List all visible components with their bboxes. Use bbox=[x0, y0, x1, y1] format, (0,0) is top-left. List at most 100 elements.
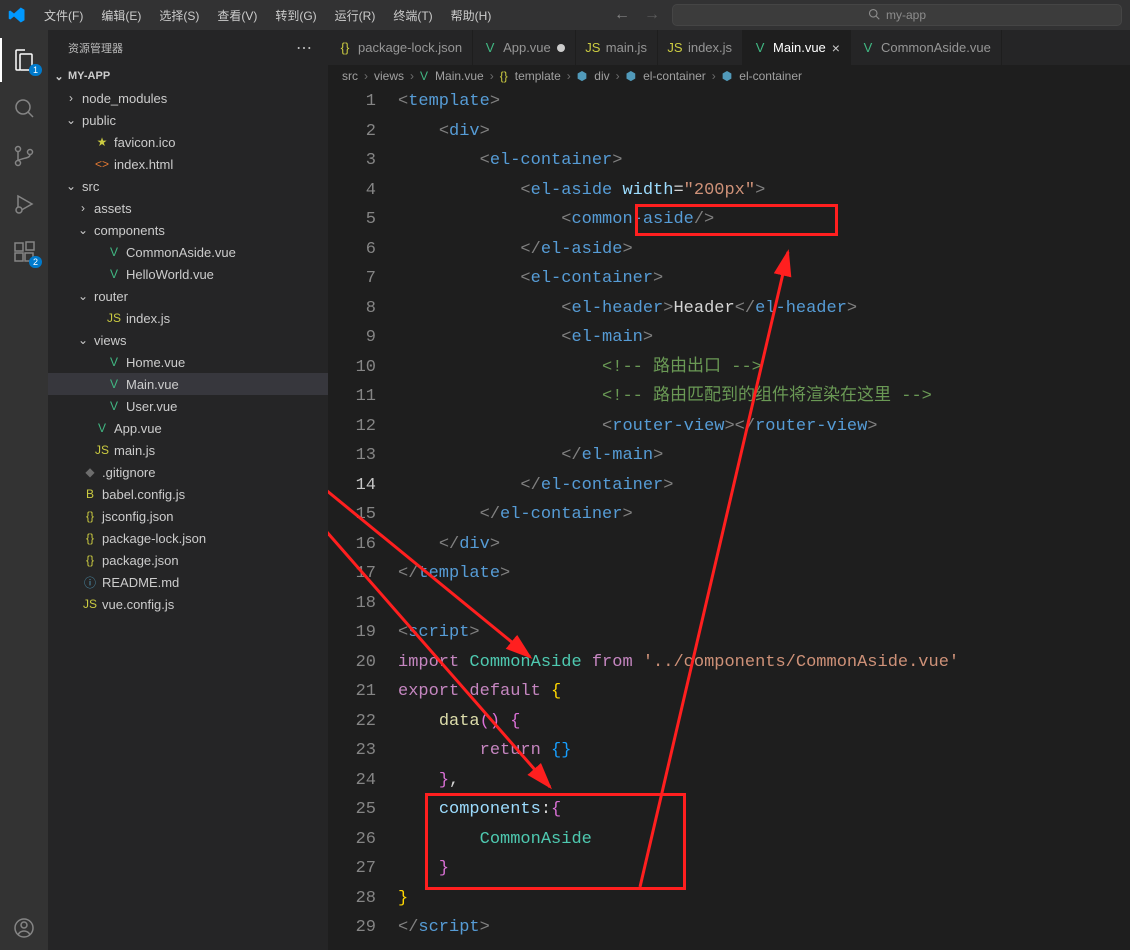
explorer-badge: 1 bbox=[29, 64, 42, 76]
bc-elc1[interactable]: el-container bbox=[643, 69, 706, 83]
json-icon: {} bbox=[82, 508, 98, 524]
file-gitignore[interactable]: ◆.gitignore bbox=[48, 461, 328, 483]
js-icon: JS bbox=[586, 41, 600, 55]
folder-node-modules[interactable]: ›node_modules bbox=[48, 87, 328, 109]
file-vueconfig[interactable]: JSvue.config.js bbox=[48, 593, 328, 615]
activity-search[interactable] bbox=[0, 86, 48, 130]
chevron-down-icon: ⌄ bbox=[64, 179, 78, 193]
file-router-index[interactable]: JSindex.js bbox=[48, 307, 328, 329]
folder-src[interactable]: ⌄src bbox=[48, 175, 328, 197]
close-icon[interactable]: × bbox=[832, 40, 840, 56]
file-commonaside[interactable]: VCommonAside.vue bbox=[48, 241, 328, 263]
folder-public[interactable]: ⌄public bbox=[48, 109, 328, 131]
file-babel[interactable]: Bbabel.config.js bbox=[48, 483, 328, 505]
json-icon: {} bbox=[338, 41, 352, 55]
line-gutter: 1 2 3 4 5 6 7 8 9 10 11 12 13 14 15 16 1… bbox=[328, 87, 398, 950]
json-icon: {} bbox=[82, 530, 98, 546]
file-mainjs[interactable]: JSmain.js bbox=[48, 439, 328, 461]
braces-icon: {} bbox=[500, 69, 508, 83]
activity-account[interactable] bbox=[0, 906, 48, 950]
extensions-badge: 2 bbox=[29, 256, 42, 268]
file-pkg[interactable]: {}package.json bbox=[48, 549, 328, 571]
js-icon: JS bbox=[82, 596, 98, 612]
sidebar-title: 资源管理器 bbox=[68, 40, 123, 56]
search-text: my-app bbox=[886, 8, 926, 22]
activity-explorer[interactable]: 1 bbox=[0, 38, 48, 82]
activity-run-debug[interactable] bbox=[0, 182, 48, 226]
folder-components[interactable]: ⌄components bbox=[48, 219, 328, 241]
file-appvue[interactable]: VApp.vue bbox=[48, 417, 328, 439]
vue-icon: V bbox=[753, 41, 767, 55]
vue-icon: V bbox=[106, 354, 122, 370]
code-editor[interactable]: 1 2 3 4 5 6 7 8 9 10 11 12 13 14 15 16 1… bbox=[328, 87, 1130, 950]
tab-package-lock[interactable]: {}package-lock.json bbox=[328, 30, 473, 65]
menu-file[interactable]: 文件(F) bbox=[36, 3, 91, 28]
vue-icon: V bbox=[861, 41, 875, 55]
vue-icon: V bbox=[106, 266, 122, 282]
file-indexhtml[interactable]: <>index.html bbox=[48, 153, 328, 175]
html-icon: <> bbox=[94, 156, 110, 172]
bc-views[interactable]: views bbox=[374, 69, 404, 83]
sidebar-more-icon[interactable]: ⋯ bbox=[296, 38, 312, 58]
vue-icon: V bbox=[106, 376, 122, 392]
folder-assets[interactable]: ›assets bbox=[48, 197, 328, 219]
activity-source-control[interactable] bbox=[0, 134, 48, 178]
folder-views[interactable]: ⌄views bbox=[48, 329, 328, 351]
babel-icon: B bbox=[82, 486, 98, 502]
bc-div[interactable]: div bbox=[594, 69, 609, 83]
menu-run[interactable]: 运行(R) bbox=[327, 3, 384, 28]
vue-icon: V bbox=[94, 420, 110, 436]
chevron-down-icon: ⌄ bbox=[76, 289, 90, 303]
chevron-down-icon: ⌄ bbox=[64, 113, 78, 127]
favicon-icon: ★ bbox=[94, 134, 110, 150]
menu-terminal[interactable]: 终端(T) bbox=[385, 3, 440, 28]
chevron-right-icon: › bbox=[76, 201, 90, 215]
file-pkglock[interactable]: {}package-lock.json bbox=[48, 527, 328, 549]
chevron-down-icon: ⌄ bbox=[76, 333, 90, 347]
file-readme[interactable]: ⓘREADME.md bbox=[48, 571, 328, 593]
js-icon: JS bbox=[668, 41, 682, 55]
bc-elc2[interactable]: el-container bbox=[739, 69, 802, 83]
project-name: MY-APP bbox=[68, 70, 110, 82]
tag-icon: ⬢ bbox=[577, 69, 587, 83]
command-center[interactable]: my-app bbox=[672, 4, 1122, 26]
chevron-right-icon: › bbox=[64, 91, 78, 105]
bc-src[interactable]: src bbox=[342, 69, 358, 83]
folder-router[interactable]: ⌄router bbox=[48, 285, 328, 307]
activity-extensions[interactable]: 2 bbox=[0, 230, 48, 274]
tab-mainvue[interactable]: VMain.vue× bbox=[743, 30, 851, 65]
file-user[interactable]: VUser.vue bbox=[48, 395, 328, 417]
dirty-indicator-icon bbox=[557, 44, 565, 52]
nav-back-icon[interactable]: ← bbox=[614, 6, 630, 24]
vscode-logo-icon bbox=[8, 6, 26, 24]
tab-mainjs[interactable]: JSmain.js bbox=[576, 30, 658, 65]
bc-mainvue[interactable]: Main.vue bbox=[435, 69, 484, 83]
readme-icon: ⓘ bbox=[82, 574, 98, 590]
file-jsconfig[interactable]: {}jsconfig.json bbox=[48, 505, 328, 527]
tag-icon: ⬢ bbox=[722, 69, 732, 83]
tab-indexjs[interactable]: JSindex.js bbox=[658, 30, 743, 65]
tag-icon: ⬢ bbox=[626, 69, 636, 83]
json-icon: {} bbox=[82, 552, 98, 568]
menu-select[interactable]: 选择(S) bbox=[151, 3, 207, 28]
nav-forward-icon[interactable]: → bbox=[644, 6, 660, 24]
menu-edit[interactable]: 编辑(E) bbox=[93, 3, 149, 28]
menu-help[interactable]: 帮助(H) bbox=[443, 3, 500, 28]
vue-icon: V bbox=[106, 398, 122, 414]
js-icon: JS bbox=[94, 442, 110, 458]
file-home[interactable]: VHome.vue bbox=[48, 351, 328, 373]
file-favicon[interactable]: ★favicon.ico bbox=[48, 131, 328, 153]
breadcrumb[interactable]: src› views› VMain.vue› {}template› ⬢div›… bbox=[328, 65, 1130, 87]
menu-view[interactable]: 查看(V) bbox=[209, 3, 265, 28]
file-helloworld[interactable]: VHelloWorld.vue bbox=[48, 263, 328, 285]
tab-commonaside[interactable]: VCommonAside.vue bbox=[851, 30, 1002, 65]
code-content[interactable]: <template> <div> <el-container> <el-asid… bbox=[398, 87, 1130, 950]
project-root[interactable]: ⌄ MY-APP bbox=[48, 65, 328, 87]
file-main[interactable]: VMain.vue bbox=[48, 373, 328, 395]
vue-icon: V bbox=[483, 41, 497, 55]
search-icon bbox=[868, 8, 880, 23]
bc-template[interactable]: template bbox=[515, 69, 561, 83]
tab-appvue[interactable]: VApp.vue bbox=[473, 30, 576, 65]
chevron-down-icon: ⌄ bbox=[52, 70, 66, 83]
menu-goto[interactable]: 转到(G) bbox=[267, 3, 324, 28]
